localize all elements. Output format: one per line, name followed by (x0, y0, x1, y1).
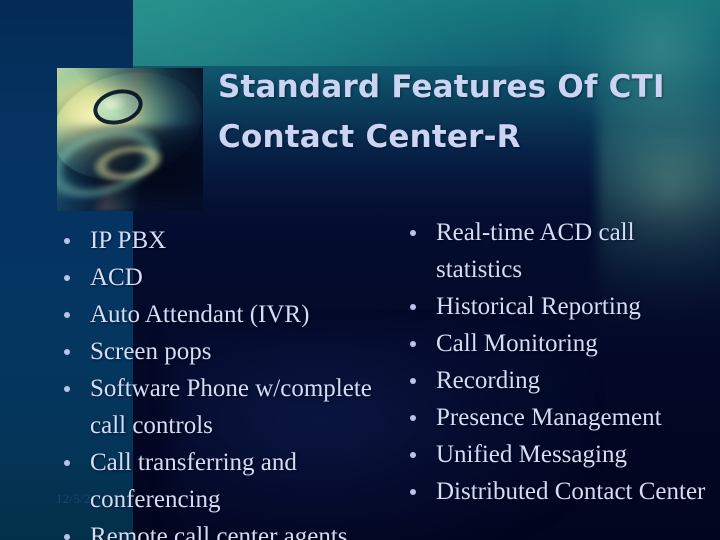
list-item: Call Monitoring (398, 325, 716, 362)
bullet-dot-icon (410, 489, 416, 495)
bullet-dot-icon (410, 230, 416, 236)
list-item: Call transferring and conferencing (52, 444, 392, 518)
bullet-dot-icon (410, 341, 416, 347)
list-item-label: Recording (436, 367, 541, 394)
list-item-label: ACD (90, 264, 143, 291)
list-item-label: Historical Reporting (436, 293, 641, 320)
compact-disc-image (57, 68, 203, 211)
list-item-label: Call Monitoring (436, 330, 598, 357)
list-item: Auto Attendant (IVR) (52, 296, 392, 333)
bullet-dot-icon (64, 460, 70, 466)
list-item-label: Distributed Contact Center (436, 478, 706, 505)
bullet-dot-icon (64, 238, 70, 244)
list-item-label: Auto Attendant (IVR) (90, 301, 310, 328)
bullet-dot-icon (410, 415, 416, 421)
bullet-dot-icon (410, 378, 416, 384)
list-item: Historical Reporting (398, 288, 716, 325)
list-item-label: Call transferring and conferencing (90, 449, 297, 513)
list-item-label: Unified Messaging (436, 441, 627, 468)
bullet-dot-icon (410, 452, 416, 458)
list-item-label: Remote call center agents (90, 523, 348, 540)
bullet-dot-icon (410, 304, 416, 310)
right-feature-list: Real-time ACD call statistics Historical… (398, 214, 716, 510)
list-item: Recording (398, 362, 716, 399)
list-item-label: Screen pops (90, 338, 212, 365)
list-item: Real-time ACD call statistics (398, 214, 716, 288)
list-item: Remote call center agents (52, 518, 392, 540)
footer-date-stamp: 12/5/2 (56, 491, 91, 506)
list-item: ACD (52, 259, 392, 296)
list-item: Unified Messaging (398, 436, 716, 473)
list-item: Software Phone w/complete call controls (52, 370, 392, 444)
list-item-label: Presence Management (436, 404, 662, 431)
list-item-label: Real-time ACD call statistics (436, 219, 635, 283)
bullet-dot-icon (64, 386, 70, 392)
left-feature-list: IP PBX ACD Auto Attendant (IVR) Screen p… (52, 222, 392, 540)
presentation-slide: Standard Features Of CTI Contact Center-… (0, 0, 720, 540)
list-item: IP PBX (52, 222, 392, 259)
bullet-dot-icon (64, 349, 70, 355)
slide-title-line-1: Standard Features Of CTI (218, 69, 665, 105)
list-item: Screen pops (52, 333, 392, 370)
list-item-label: IP PBX (90, 227, 167, 254)
bullet-dot-icon (64, 275, 70, 281)
disc-corner-vignette (57, 68, 203, 211)
bullet-dot-icon (64, 534, 70, 540)
list-item: Presence Management (398, 399, 716, 436)
right-feature-column: Real-time ACD call statistics Historical… (398, 214, 716, 510)
left-feature-column: IP PBX ACD Auto Attendant (IVR) Screen p… (52, 222, 392, 540)
bullet-dot-icon (64, 312, 70, 318)
slide-title: Standard Features Of CTI Contact Center-… (218, 62, 716, 162)
list-item: Distributed Contact Center (398, 473, 716, 510)
slide-title-line-2: Contact Center-R (218, 119, 521, 155)
list-item-label: Software Phone w/complete call controls (90, 375, 372, 439)
